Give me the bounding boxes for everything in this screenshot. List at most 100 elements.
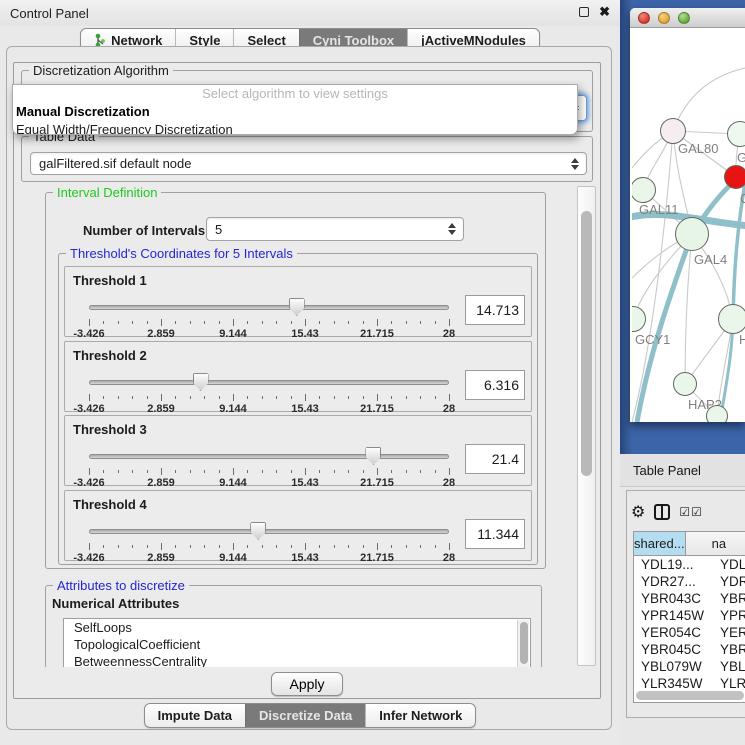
minimize-traffic-light-icon[interactable]: [658, 12, 670, 24]
table-cell: YDL19...: [634, 556, 710, 573]
number-of-intervals-combobox[interactable]: 5: [206, 217, 464, 241]
table-row[interactable]: YDL19...YDL1: [634, 556, 745, 573]
control-panel-titlebar: Control Panel ✖: [0, 0, 620, 26]
node-label: H: [739, 332, 745, 347]
slider-thumb[interactable]: [365, 447, 381, 465]
dropdown-placeholder-item[interactable]: Select algorithm to view settings: [13, 85, 577, 103]
dropdown-item-manual-discretization[interactable]: Manual Discretization: [13, 103, 577, 121]
table-cell: YDL1: [710, 556, 745, 573]
table-data-value: galFiltered.sif default node: [39, 156, 191, 171]
table-data-combobox[interactable]: galFiltered.sif default node: [30, 152, 587, 175]
settings-viewport: Interval Definition Number of Intervals …: [17, 184, 573, 667]
slider-thumb[interactable]: [193, 373, 209, 391]
table-cell: YBR043C: [634, 590, 710, 607]
node-label: GCY1: [635, 332, 670, 347]
float-window-icon[interactable]: [579, 7, 589, 17]
attribute-list-item[interactable]: TopologicalCoefficient: [64, 636, 530, 653]
threshold-1-slider[interactable]: -3.4262.8599.14415.4321.71528: [89, 297, 449, 335]
thresholds-group-label: Threshold's Coordinates for 5 Intervals: [66, 246, 297, 261]
number-of-intervals-label: Number of Intervals: [83, 223, 205, 238]
apply-button[interactable]: Apply: [271, 672, 342, 696]
threshold-3-value-field[interactable]: 21.4: [465, 444, 525, 474]
network-node[interactable]: [675, 217, 709, 251]
numerical-attributes-label: Numerical Attributes: [52, 596, 179, 611]
network-window-titlebar[interactable]: [630, 8, 745, 28]
network-view-frame: GAL80GACGAL11GAL4GCY1HHAP2: [620, 0, 745, 454]
number-of-intervals-value: 5: [215, 222, 222, 237]
slider-thumb[interactable]: [289, 298, 305, 316]
table-row[interactable]: YER054CYER0: [634, 624, 745, 641]
panel-scrollbar[interactable]: [577, 186, 596, 666]
slider-ticks: [89, 319, 449, 327]
tab-discretize-data[interactable]: Discretize Data: [245, 704, 365, 727]
tab-infer-network[interactable]: Infer Network: [365, 704, 475, 727]
table-cell: YBR045C: [634, 641, 710, 658]
node-label: GAL4: [694, 252, 727, 267]
threshold-2-slider[interactable]: -3.4262.8599.14415.4321.71528: [89, 372, 449, 410]
table-cell: YBR0: [710, 641, 745, 658]
slider-ticks: [89, 394, 449, 402]
table-row[interactable]: YDR27...YDR2: [634, 573, 745, 590]
slider-thumb[interactable]: [250, 522, 266, 540]
network-canvas[interactable]: GAL80GACGAL11GAL4GCY1HHAP2: [632, 28, 745, 422]
list-scrollbar[interactable]: [517, 620, 529, 667]
network-node[interactable]: [724, 165, 745, 189]
slider-scale-labels: -3.4262.8599.14415.4321.71528: [89, 403, 449, 415]
interval-definition-group: Interval Definition Number of Intervals …: [45, 192, 546, 569]
network-window: GAL80GACGAL11GAL4GCY1HHAP2: [630, 8, 745, 422]
list-scrollbar-thumb[interactable]: [520, 622, 528, 664]
shared-name-column-header[interactable]: shared...: [634, 532, 686, 555]
attribute-list-item[interactable]: BetweennessCentrality: [64, 653, 530, 667]
right-side: GAL80GACGAL11GAL4GCY1HHAP2 Table Panel ⚙…: [620, 0, 745, 745]
attributes-group: Attributes to discretize Numerical Attri…: [45, 585, 542, 667]
select-columns-checkboxes-icon[interactable]: ☑☑: [679, 505, 703, 519]
numerical-attributes-list[interactable]: SelfLoopsTopologicalCoefficientBetweenne…: [63, 618, 531, 667]
gear-icon[interactable]: ⚙: [631, 504, 645, 520]
threshold-4-value-field[interactable]: 11.344: [465, 519, 525, 549]
slider-track[interactable]: [89, 305, 449, 310]
table-header-row: shared... na: [634, 532, 745, 556]
table-horizontal-scrollbar[interactable]: [636, 691, 744, 700]
slider-ticks: [89, 543, 449, 551]
network-node[interactable]: [673, 372, 697, 396]
tab-impute-data[interactable]: Impute Data: [145, 704, 245, 727]
network-node[interactable]: [706, 405, 728, 422]
columns-icon[interactable]: [654, 504, 670, 520]
slider-scale-labels: -3.4262.8599.14415.4321.71528: [89, 328, 449, 340]
slider-scale-labels: -3.4262.8599.14415.4321.71528: [89, 552, 449, 564]
attributes-group-label: Attributes to discretize: [53, 578, 189, 593]
table-panel-title: Table Panel: [633, 463, 701, 478]
table-panel-bar: Table Panel: [620, 454, 745, 487]
table-cell: YLR345W: [634, 675, 710, 690]
table-row[interactable]: YBR045CYBR0: [634, 641, 745, 658]
table-row[interactable]: YLR345WYLR3: [634, 675, 745, 690]
thresholds-group: Threshold's Coordinates for 5 Intervals …: [58, 253, 538, 565]
slider-track[interactable]: [89, 380, 449, 385]
close-traffic-light-icon[interactable]: [638, 12, 650, 24]
table-row[interactable]: YBL079WYBL0: [634, 658, 745, 675]
table-cell: YER054C: [634, 624, 710, 641]
slider-scale-labels: -3.4262.8599.14415.4321.71528: [89, 477, 449, 489]
threshold-1-value-field[interactable]: 14.713: [465, 295, 525, 325]
table-cell: YPR1: [710, 607, 745, 624]
threshold-3-slider[interactable]: -3.4262.8599.14415.4321.71528: [89, 446, 449, 484]
table-row[interactable]: YBR043CYBR0: [634, 590, 745, 607]
table-cell: YLR3: [710, 675, 745, 690]
attribute-list-item[interactable]: SelfLoops: [64, 619, 530, 636]
threshold-2-value-field[interactable]: 6.316: [465, 370, 525, 400]
close-icon[interactable]: ✖: [599, 6, 610, 18]
threshold-4-slider[interactable]: -3.4262.8599.14415.4321.71528: [89, 521, 449, 559]
network-node[interactable]: [718, 304, 745, 334]
slider-track[interactable]: [89, 529, 449, 534]
zoom-traffic-light-icon[interactable]: [678, 12, 690, 24]
table-body: YDL19...YDL1YDR27...YDR2YBR043CYBR0YPR14…: [634, 556, 745, 690]
table-cell: YDR2: [710, 573, 745, 590]
threshold-1-label: Threshold 1: [73, 273, 147, 288]
panel-scrollbar-thumb[interactable]: [581, 211, 592, 476]
threshold-1-panel: Threshold 1 -3.4262.8599.14415.4321.7152…: [64, 266, 532, 337]
dropdown-item-equal-width-frequency[interactable]: Equal Width/Frequency Discretization: [13, 121, 577, 135]
slider-track[interactable]: [89, 454, 449, 459]
table-row[interactable]: YPR145WYPR1: [634, 607, 745, 624]
name-column-header[interactable]: na: [686, 532, 745, 555]
interval-definition-label: Interval Definition: [53, 185, 161, 200]
